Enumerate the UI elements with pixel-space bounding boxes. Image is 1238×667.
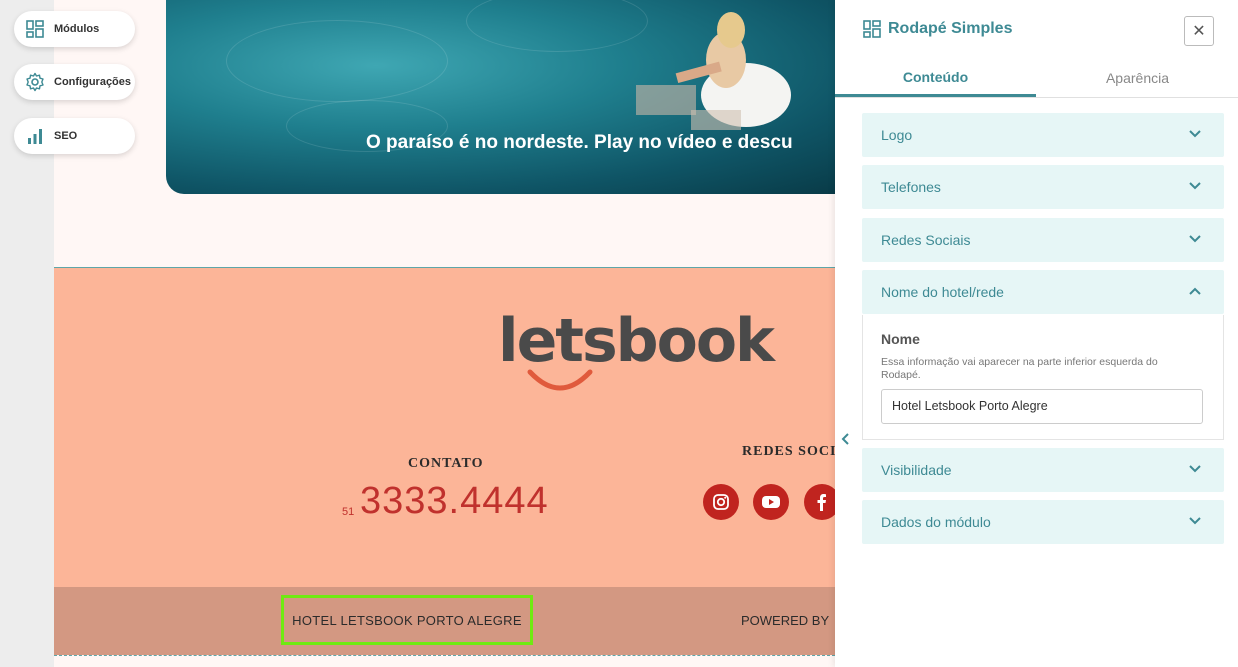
- page-preview: O paraíso é no nordeste. Play no vídeo e…: [54, 0, 835, 667]
- footer-main: letsbook CONTATO 51 3333.4444 REDES SOCI…: [54, 268, 835, 587]
- panel-header: Rodapé Simples ✕: [835, 0, 1238, 60]
- accordion-redes-sociais[interactable]: Redes Sociais: [862, 218, 1224, 262]
- nome-help-text: Essa informação vai aparecer na parte in…: [881, 356, 1158, 381]
- modulos-button[interactable]: Módulos: [14, 11, 135, 47]
- contato-title: CONTATO: [408, 456, 484, 471]
- chevron-down-icon: [1189, 182, 1201, 190]
- footer-module[interactable]: letsbook CONTATO 51 3333.4444 REDES SOCI…: [54, 267, 835, 656]
- nome-hotel-section: Nome Essa informação vai aparecer na par…: [862, 315, 1224, 440]
- seo-button[interactable]: SEO: [14, 118, 135, 154]
- accordion-label: Nome do hotel/rede: [881, 284, 1004, 300]
- accordion-nome-hotel[interactable]: Nome do hotel/rede: [862, 270, 1224, 314]
- seo-label: SEO: [54, 130, 78, 142]
- accordion-telefones[interactable]: Telefones: [862, 165, 1224, 209]
- configuracoes-button[interactable]: Configurações: [14, 64, 135, 100]
- phone-ddd: 51: [342, 506, 355, 518]
- powered-by-text: POWERED BY: [741, 613, 830, 628]
- module-settings-panel: Rodapé Simples ✕ Conteúdo Aparência Logo…: [835, 0, 1238, 667]
- hero-caption: O paraíso é no nordeste. Play no vídeo e…: [366, 132, 793, 153]
- modulos-label: Módulos: [54, 23, 100, 35]
- panel-title: Rodapé Simples: [888, 20, 1013, 37]
- configuracoes-label: Configurações: [54, 76, 132, 88]
- footer-bottom-bar: HOTEL LETSBOOK PORTO ALEGRE POWERED BY: [54, 587, 835, 655]
- water-ripple: [466, 0, 648, 52]
- tab-aparencia[interactable]: Aparência: [1037, 60, 1238, 96]
- modules-icon: [863, 20, 881, 43]
- accordion-dados-modulo[interactable]: Dados do módulo: [862, 500, 1224, 544]
- logo-smile-icon: [527, 369, 593, 391]
- hero-video[interactable]: O paraíso é no nordeste. Play no vídeo e…: [166, 0, 835, 194]
- chevron-up-icon: [1189, 287, 1201, 295]
- accordion-label: Redes Sociais: [881, 232, 971, 248]
- nome-label: Nome: [881, 331, 920, 347]
- chevron-down-icon: [1189, 130, 1201, 138]
- accordion-visibilidade[interactable]: Visibilidade: [862, 448, 1224, 492]
- modules-icon: [24, 18, 46, 40]
- accordion-label: Logo: [881, 127, 913, 143]
- chevron-down-icon: [1189, 517, 1201, 525]
- redes-sociais-title: REDES SOCIA: [742, 444, 835, 459]
- youtube-icon[interactable]: [753, 484, 789, 520]
- hotel-name-input[interactable]: Hotel Letsbook Porto Alegre: [881, 389, 1203, 424]
- bar-chart-icon: [24, 125, 46, 147]
- accordion-label: Visibilidade: [881, 462, 952, 478]
- letsbook-logo: letsbook: [498, 306, 775, 376]
- accordion-label: Dados do módulo: [881, 514, 991, 530]
- panel-tabs: Conteúdo Aparência: [835, 60, 1238, 98]
- hero-person-image: [636, 12, 791, 130]
- facebook-icon[interactable]: [804, 484, 835, 520]
- collapse-panel-icon[interactable]: [840, 432, 850, 451]
- tab-conteudo[interactable]: Conteúdo: [835, 60, 1036, 97]
- accordion-label: Telefones: [881, 179, 941, 195]
- hotel-name-text[interactable]: HOTEL LETSBOOK PORTO ALEGRE: [281, 595, 533, 645]
- chevron-down-icon: [1189, 465, 1201, 473]
- chevron-down-icon: [1189, 235, 1201, 243]
- water-ripple: [226, 20, 448, 102]
- accordion-logo[interactable]: Logo: [862, 113, 1224, 157]
- instagram-icon[interactable]: [703, 484, 739, 520]
- close-button[interactable]: ✕: [1184, 16, 1214, 46]
- gear-icon: [24, 71, 46, 93]
- close-icon: ✕: [1192, 23, 1206, 40]
- phone-number[interactable]: 3333.4444: [360, 480, 549, 523]
